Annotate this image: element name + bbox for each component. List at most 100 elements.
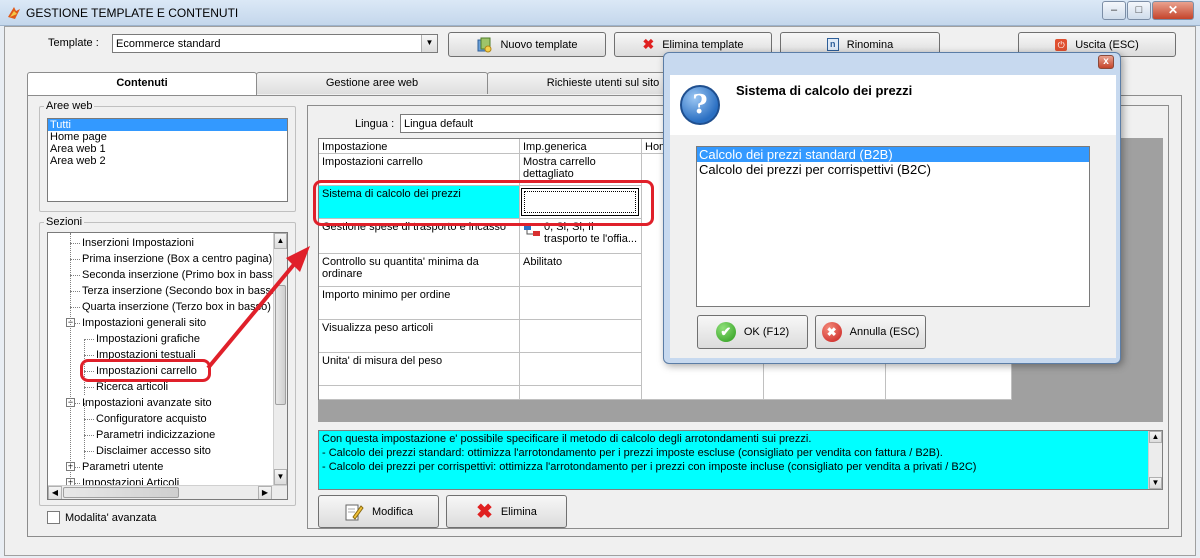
tree-item[interactable]: Impostazioni grafiche: [96, 331, 200, 347]
grid-row-name[interactable]: Unita' di misura del peso: [319, 353, 520, 386]
tab-contenuti[interactable]: Contenuti: [27, 72, 257, 96]
tree-item[interactable]: Inserzioni Impostazioni: [82, 235, 194, 251]
red-x-icon: ✖: [642, 36, 655, 52]
check-icon: ✔: [715, 322, 736, 342]
template-select[interactable]: Ecommerce standard ▼: [112, 34, 438, 53]
tree-item[interactable]: Configuratore acquisto: [96, 411, 207, 427]
aree-web-legend: Aree web: [46, 100, 93, 112]
title-bar: GESTIONE TEMPLATE E CONTENUTI – □ ✕: [0, 0, 1200, 26]
window-title: GESTIONE TEMPLATE E CONTENUTI: [26, 6, 239, 20]
dialog-body: Calcolo dei prezzi standard (B2B) Calcol…: [670, 135, 1116, 358]
grid-row-name[interactable]: Visualizza peso articoli: [319, 320, 520, 353]
dialog-header: ? Sistema di calcolo dei prezzi: [670, 75, 1116, 135]
tree-item[interactable]: Disclaimer accesso sito: [96, 443, 211, 459]
tree-hscrollbar[interactable]: ◀ ▶: [48, 485, 287, 499]
scroll-up-icon[interactable]: ▲: [1149, 431, 1162, 443]
ok-label: OK (F12): [743, 326, 790, 338]
close-window-button[interactable]: ✕: [1152, 1, 1194, 20]
exit-icon: ⏻: [1055, 38, 1068, 51]
price-calc-dialog: x ? Sistema di calcolo dei prezzi Calcol…: [663, 52, 1121, 364]
maximize-button[interactable]: □: [1127, 1, 1151, 20]
list-item[interactable]: Home page: [48, 131, 287, 143]
list-item[interactable]: Calcolo dei prezzi standard (B2B): [697, 147, 1089, 162]
rename-label: Rinomina: [846, 38, 894, 51]
scroll-down-icon[interactable]: ▼: [1149, 477, 1162, 489]
rename-icon: n: [826, 38, 839, 51]
description-line: - Calcolo dei prezzi standard: ottimizza…: [322, 447, 943, 459]
question-icon: ?: [680, 85, 720, 125]
highlight-annotation-row: [313, 180, 654, 226]
new-template-button[interactable]: Nuovo template: [448, 32, 606, 57]
description-box: Con questa impostazione e' possibile spe…: [318, 430, 1163, 490]
exit-label: Uscita (ESC): [1075, 38, 1139, 51]
tab-gestione-aree-web[interactable]: Gestione aree web: [256, 72, 488, 94]
delete-label: Elimina: [500, 505, 537, 518]
chevron-down-icon[interactable]: ▼: [421, 35, 437, 52]
tree-connector: [70, 243, 80, 244]
hscroll-thumb[interactable]: [63, 487, 179, 498]
grid-row-name[interactable]: Controllo su quantita' minima da ordinar…: [319, 254, 520, 287]
grid-row-value[interactable]: Abilitato: [520, 254, 642, 287]
scroll-down-icon[interactable]: ▼: [274, 469, 287, 485]
cancel-label: Annulla (ESC): [849, 326, 920, 338]
tree-connector: [84, 419, 94, 420]
grid-row-name[interactable]: Importo minimo per ordine: [319, 287, 520, 320]
tree-item[interactable]: Impostazioni avanzate sito: [82, 395, 212, 411]
tree-item[interactable]: Parametri indicizzazione: [96, 427, 215, 443]
tree-guide-line: [70, 233, 71, 485]
lingua-label: Lingua :: [355, 118, 395, 130]
tree-connector: [70, 259, 80, 260]
cancel-icon: ✖: [821, 322, 842, 342]
grid-row-empty: [319, 386, 520, 400]
aree-web-list[interactable]: Tutti Home page Area web 1 Area web 2: [47, 118, 288, 202]
dialog-title: Sistema di calcolo dei prezzi: [736, 83, 913, 98]
ok-button[interactable]: ✔ OK (F12): [697, 315, 808, 349]
annotation-arrow: [206, 246, 310, 370]
tree-item[interactable]: Impostazioni Articoli: [82, 475, 179, 485]
tree-connector: [84, 435, 94, 436]
minimize-button[interactable]: –: [1102, 1, 1126, 20]
delete-template-label: Elimina template: [662, 38, 744, 51]
grid-header-impostazione[interactable]: Impostazione: [319, 139, 520, 154]
modify-button[interactable]: Modifica: [318, 495, 439, 528]
description-scrollbar[interactable]: ▲ ▼: [1148, 431, 1162, 489]
highlight-annotation-tree: [80, 359, 211, 382]
cancel-button[interactable]: ✖ Annulla (ESC): [815, 315, 926, 349]
delete-button[interactable]: ✖ Elimina: [446, 495, 567, 528]
list-item[interactable]: Area web 1: [48, 143, 287, 155]
lingua-select[interactable]: Lingua default: [400, 114, 668, 133]
template-label: Template :: [48, 37, 99, 49]
tree-connector: [84, 387, 94, 388]
grid-row-value[interactable]: [520, 320, 642, 353]
description-line: Con questa impostazione e' possibile spe…: [322, 433, 812, 445]
tree-connector: [84, 451, 94, 452]
tree-connector: [70, 307, 80, 308]
dialog-close-button[interactable]: x: [1098, 55, 1114, 69]
new-template-label: Nuovo template: [500, 38, 578, 51]
list-item[interactable]: Area web 2: [48, 155, 287, 167]
scroll-left-icon[interactable]: ◀: [48, 486, 62, 499]
red-x-icon: ✖: [476, 501, 493, 523]
scroll-right-icon[interactable]: ▶: [258, 486, 272, 499]
new-template-icon: [477, 37, 492, 52]
list-item[interactable]: Calcolo dei prezzi per corrispettivi (B2…: [697, 162, 1089, 177]
tree-connector: [70, 291, 80, 292]
grid-header-imp-generica[interactable]: Imp.generica: [520, 139, 642, 154]
grid-row-empty: [520, 386, 642, 400]
tree-connector: [84, 355, 94, 356]
tree-connector: [70, 275, 80, 276]
tree-item[interactable]: Parametri utente: [82, 459, 163, 475]
edit-icon: [345, 504, 364, 520]
description-line: - Calcolo dei prezzi per corrispettivi: …: [322, 461, 977, 473]
modalita-avanzata-label: Modalita' avanzata: [65, 512, 157, 524]
tree-guide-line: [84, 403, 85, 459]
lingua-select-value: Lingua default: [404, 118, 474, 130]
tree-item[interactable]: Impostazioni generali sito: [82, 315, 206, 331]
grid-row-value[interactable]: [520, 353, 642, 386]
modalita-avanzata-checkbox[interactable]: [47, 511, 60, 524]
modify-label: Modifica: [372, 505, 413, 518]
list-item[interactable]: Tutti: [48, 119, 287, 131]
price-method-list[interactable]: Calcolo dei prezzi standard (B2B) Calcol…: [696, 146, 1090, 307]
tree-connector: [84, 339, 94, 340]
grid-row-value[interactable]: [520, 287, 642, 320]
